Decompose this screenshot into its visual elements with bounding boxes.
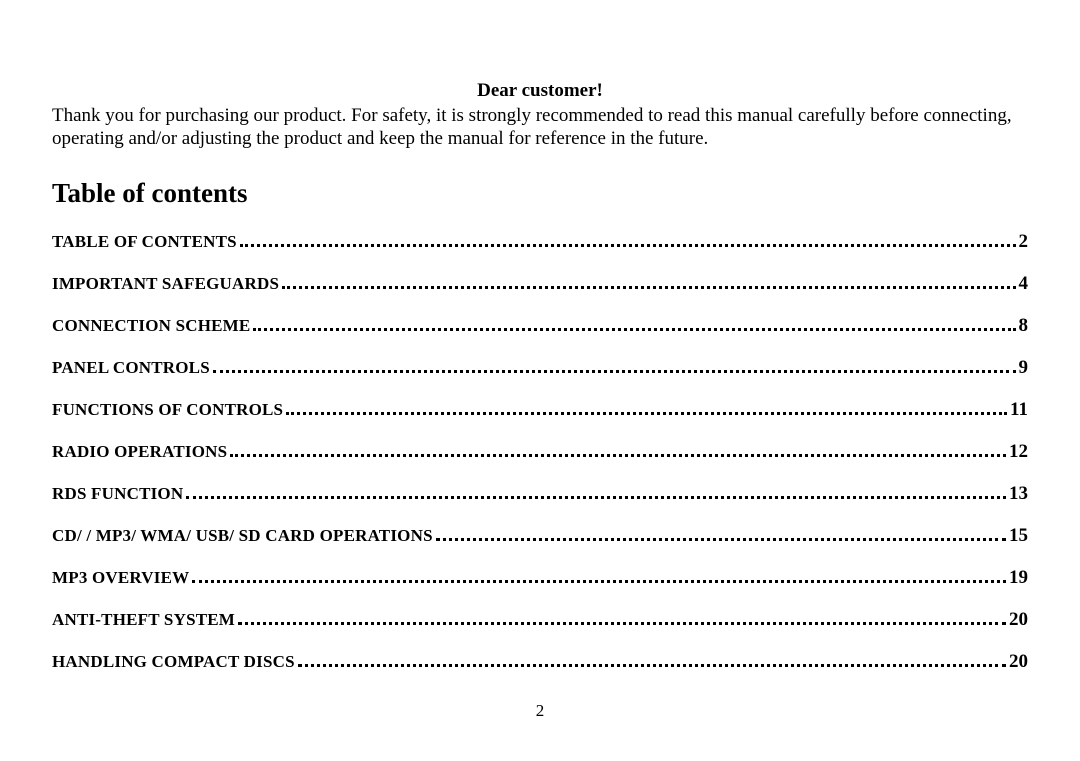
toc-entry-title: PANEL CONTROLS: [52, 358, 210, 378]
toc-entry: PANEL CONTROLS 9: [52, 357, 1028, 379]
toc-entry: FUNCTIONS OF CONTROLS 11: [52, 399, 1028, 421]
toc-leader-dots: [240, 232, 1016, 247]
toc-entry-title: HANDLING COMPACT DISCS: [52, 652, 295, 672]
toc-entry-title: MP3 OVERVIEW: [52, 568, 189, 588]
document-page: Dear customer! Thank you for purchasing …: [0, 0, 1080, 721]
toc-entry-page: 11: [1010, 399, 1028, 421]
toc-entry-title: CONNECTION SCHEME: [52, 316, 250, 336]
toc-heading: Table of contents: [52, 178, 1028, 209]
toc-entry-page: 15: [1009, 525, 1028, 547]
toc-entry: CD/ / MP3/ WMA/ USB/ SD CARD OPERATIONS …: [52, 525, 1028, 547]
toc-entry: RDS FUNCTION 13: [52, 483, 1028, 505]
toc-entry-title: RDS FUNCTION: [52, 484, 183, 504]
toc-entry: ANTI-THEFT SYSTEM 20: [52, 609, 1028, 631]
toc-entry-page: 20: [1009, 609, 1028, 631]
toc-leader-dots: [286, 400, 1007, 415]
toc-entry-title: RADIO OPERATIONS: [52, 442, 227, 462]
toc-entry-title: IMPORTANT SAFEGUARDS: [52, 274, 279, 294]
toc-entry: MP3 OVERVIEW 19: [52, 567, 1028, 589]
toc-entry-title: TABLE OF CONTENTS: [52, 232, 237, 252]
toc-entry-page: 4: [1019, 273, 1029, 295]
intro-paragraph: Thank you for purchasing our product. Fo…: [52, 104, 1028, 150]
toc-entry-page: 8: [1019, 315, 1029, 337]
table-of-contents: TABLE OF CONTENTS 2 IMPORTANT SAFEGUARDS…: [52, 231, 1028, 673]
page-number: 2: [52, 701, 1028, 721]
toc-entry-title: FUNCTIONS OF CONTROLS: [52, 400, 283, 420]
toc-entry: IMPORTANT SAFEGUARDS 4: [52, 273, 1028, 295]
toc-entry: TABLE OF CONTENTS 2: [52, 231, 1028, 253]
toc-entry-page: 13: [1009, 483, 1028, 505]
toc-entry-page: 2: [1019, 231, 1029, 253]
toc-leader-dots: [436, 526, 1006, 541]
greeting-heading: Dear customer!: [52, 80, 1028, 102]
toc-entry-page: 19: [1009, 567, 1028, 589]
toc-leader-dots: [192, 568, 1006, 583]
toc-leader-dots: [186, 484, 1006, 499]
toc-leader-dots: [238, 610, 1006, 625]
toc-leader-dots: [213, 358, 1016, 373]
toc-entry: RADIO OPERATIONS 12: [52, 441, 1028, 463]
toc-leader-dots: [282, 274, 1015, 289]
toc-entry-title: CD/ / MP3/ WMA/ USB/ SD CARD OPERATIONS: [52, 526, 433, 546]
toc-leader-dots: [298, 652, 1006, 667]
toc-leader-dots: [253, 316, 1015, 331]
toc-entry-title: ANTI-THEFT SYSTEM: [52, 610, 235, 630]
toc-leader-dots: [230, 442, 1006, 457]
toc-entry-page: 9: [1019, 357, 1029, 379]
toc-entry: HANDLING COMPACT DISCS 20: [52, 651, 1028, 673]
toc-entry: CONNECTION SCHEME 8: [52, 315, 1028, 337]
toc-entry-page: 12: [1009, 441, 1028, 463]
toc-entry-page: 20: [1009, 651, 1028, 673]
